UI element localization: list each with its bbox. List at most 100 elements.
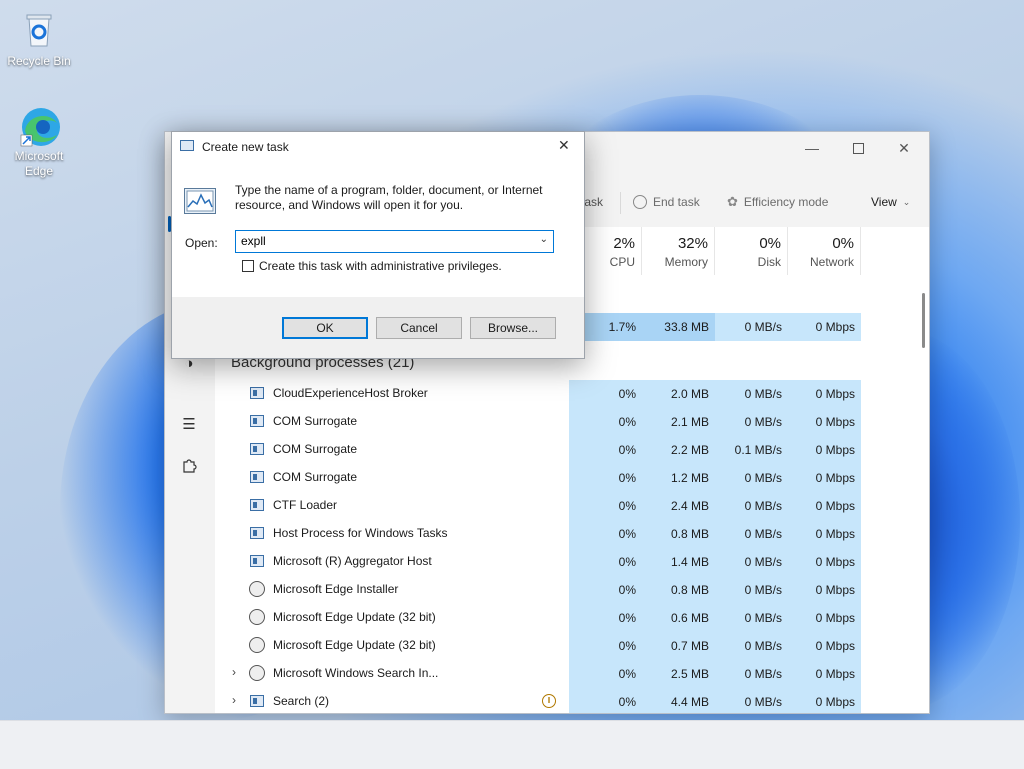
process-name: Search (2)	[273, 694, 330, 708]
disk-cell: 0 MB/s	[715, 313, 788, 341]
ok-button[interactable]: OK	[282, 317, 368, 339]
dialog-close-icon[interactable]: ✕	[558, 137, 570, 154]
chevron-down-icon: ⌄	[902, 196, 911, 207]
settings-gear-icon[interactable]: ⚙	[178, 708, 200, 713]
cancel-button[interactable]: Cancel	[376, 317, 462, 339]
view-label: View	[871, 195, 897, 209]
create-new-task-dialog: Create new task ✕ Type the name of a pro…	[171, 131, 585, 359]
admin-privileges-checkbox[interactable]	[242, 260, 254, 272]
table-row[interactable]: Host Process for Windows Tasks 0% 0.8 MB 0 …	[215, 520, 929, 548]
memory-cell: 0.7 MB	[642, 632, 715, 660]
table-row[interactable]: COM Surrogate 0% 2.1 MB 0 MB/s 0 Mbps	[215, 408, 929, 436]
network-cell: 0 Mbps	[788, 632, 861, 660]
network-cell: 0 Mbps	[788, 660, 861, 688]
dialog-title: Create new task	[202, 140, 289, 154]
end-task-button[interactable]: End task	[633, 182, 700, 222]
network-cell: 0 Mbps	[788, 492, 861, 520]
details-list-icon[interactable]: ☰	[178, 413, 200, 435]
process-name: CloudExperienceHost Broker	[273, 386, 428, 400]
table-row[interactable]: › Microsoft Windows Search In... 0% 2.5 MB 0…	[215, 660, 929, 688]
scrollbar-thumb[interactable]	[922, 293, 925, 348]
table-row[interactable]: COM Surrogate 0% 1.2 MB 0 MB/s 0 Mbps	[215, 464, 929, 492]
memory-cell: 33.8 MB	[642, 313, 715, 341]
cpu-cell: 0%	[569, 604, 642, 632]
table-row[interactable]: CTF Loader 0% 2.4 MB 0 MB/s 0 Mbps	[215, 492, 929, 520]
network-cell: 0 Mbps	[788, 313, 861, 341]
disk-cell: 0 MB/s	[715, 492, 788, 520]
table-row[interactable]: Microsoft Edge Update (32 bit) 0% 0.6 MB 0 …	[215, 604, 929, 632]
expand-chevron-icon[interactable]: ›	[232, 693, 236, 707]
taskbar	[0, 720, 1024, 769]
network-cell: 0 Mbps	[788, 604, 861, 632]
recycle-bin-shortcut[interactable]: Recycle Bin	[3, 10, 75, 69]
table-row[interactable]: Microsoft (R) Aggregator Host 0% 1.4 MB 0 M…	[215, 548, 929, 576]
cpu-cell: 0%	[569, 408, 642, 436]
memory-cell: 0.6 MB	[642, 604, 715, 632]
network-cell: 0 Mbps	[788, 576, 861, 604]
chevron-down-icon[interactable]: ⌄	[540, 234, 548, 245]
memory-cell: 0.8 MB	[642, 520, 715, 548]
process-icon	[249, 609, 265, 625]
column-header-memory[interactable]: 32% Memory	[642, 227, 715, 275]
disk-cell: 0 MB/s	[715, 688, 788, 713]
minimize-button[interactable]: —	[789, 134, 835, 162]
services-puzzle-icon[interactable]	[178, 454, 200, 476]
disk-cell: 0 MB/s	[715, 632, 788, 660]
process-icon	[249, 665, 265, 681]
memory-cell: 2.4 MB	[642, 492, 715, 520]
cpu-cell: 0%	[569, 660, 642, 688]
process-name: Microsoft Edge Update (32 bit)	[273, 638, 436, 652]
disk-cell: 0 MB/s	[715, 408, 788, 436]
process-name: Microsoft Edge Installer	[273, 582, 399, 596]
suspended-status-icon: ‖	[542, 694, 556, 708]
network-cell: 0 Mbps	[788, 380, 861, 408]
memory-percent: 32%	[677, 235, 708, 252]
network-cell: 0 Mbps	[788, 408, 861, 436]
process-icon	[250, 443, 264, 455]
run-window-icon	[180, 140, 194, 151]
cpu-cell: 0%	[569, 492, 642, 520]
process-icon	[250, 555, 264, 567]
maximize-icon	[852, 142, 864, 154]
expand-chevron-icon[interactable]: ›	[232, 665, 236, 679]
dialog-body: Type the name of a program, folder, docu…	[172, 161, 584, 297]
process-icon	[250, 415, 264, 427]
memory-cell: 2.1 MB	[642, 408, 715, 436]
process-name: CTF Loader	[273, 498, 338, 512]
view-menu-button[interactable]: View ⌄	[871, 182, 910, 222]
memory-cell: 2.0 MB	[642, 380, 715, 408]
open-combobox[interactable]: ⌄	[235, 230, 554, 253]
process-name: COM Surrogate	[273, 442, 358, 456]
network-label: Network	[809, 255, 854, 269]
process-name: COM Surrogate	[273, 470, 358, 484]
dialog-titlebar: Create new task ✕	[172, 132, 584, 161]
column-header-network[interactable]: 0% Network	[788, 227, 861, 275]
disk-cell: 0 MB/s	[715, 604, 788, 632]
end-task-label: End task	[653, 195, 700, 209]
table-row[interactable]: Microsoft Edge Update (32 bit) 0% 0.7 MB 0 …	[215, 632, 929, 660]
maximize-button[interactable]	[835, 134, 881, 162]
network-cell: 0 Mbps	[788, 436, 861, 464]
open-input[interactable]	[238, 232, 534, 250]
disk-cell: 0.1 MB/s	[715, 436, 788, 464]
network-cell: 0 Mbps	[788, 520, 861, 548]
process-name: COM Surrogate	[273, 414, 358, 428]
microsoft-edge-shortcut[interactable]: Microsoft Edge	[3, 105, 75, 179]
network-cell: 0 Mbps	[788, 688, 861, 713]
disk-cell: 0 MB/s	[715, 464, 788, 492]
browse-button[interactable]: Browse...	[470, 317, 556, 339]
table-row[interactable]: COM Surrogate 0% 2.2 MB 0.1 MB/s 0 Mbps	[215, 436, 929, 464]
memory-cell: 2.2 MB	[642, 436, 715, 464]
toolbar-separator	[620, 192, 621, 214]
cpu-cell: 0%	[569, 520, 642, 548]
process-name: Host Process for Windows Tasks	[273, 526, 448, 540]
table-row[interactable]: Microsoft Edge Installer 0% 0.8 MB 0 MB/s 0 …	[215, 576, 929, 604]
cpu-cell: 0%	[569, 576, 642, 604]
close-button[interactable]: ✕	[881, 134, 927, 162]
table-row[interactable]: CloudExperienceHost Broker 0% 2.0 MB 0 MB/s…	[215, 380, 929, 408]
efficiency-mode-button[interactable]: ✿ Efficiency mode	[727, 182, 828, 222]
run-program-icon	[184, 188, 216, 214]
column-header-disk[interactable]: 0% Disk	[715, 227, 788, 275]
table-row[interactable]: › Search (2) ‖ 0% 4.4 MB 0 MB/s 0 Mbps	[215, 688, 929, 713]
process-name: Microsoft (R) Aggregator Host	[273, 554, 432, 568]
